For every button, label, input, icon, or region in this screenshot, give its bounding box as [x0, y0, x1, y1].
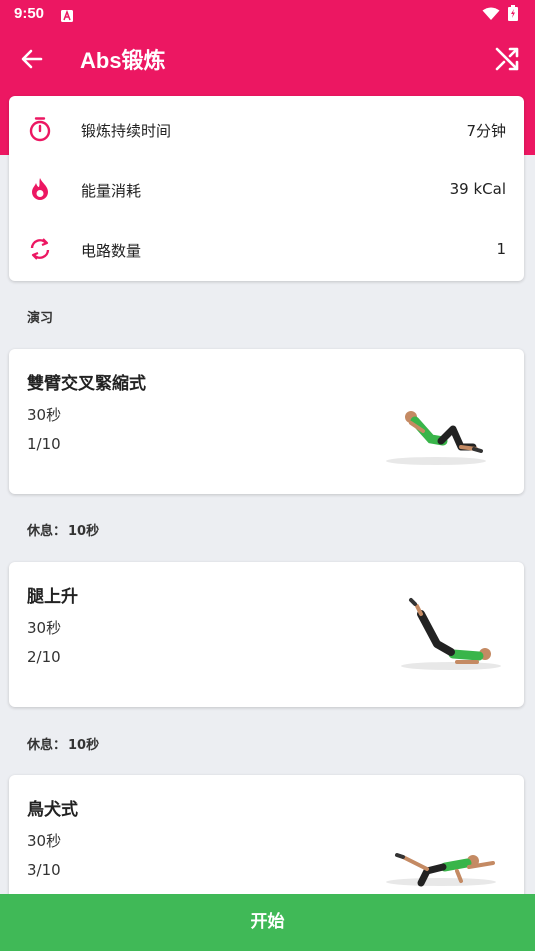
summary-row-duration: 锻炼持续时间 7分钟 [9, 99, 524, 159]
exercise-duration: 30秒 [27, 619, 62, 637]
exercise-name: 腿上升 [27, 587, 78, 607]
battery-icon [508, 5, 518, 25]
shuffle-icon [495, 47, 519, 71]
rest-row: 休息： 10秒 [27, 520, 99, 539]
wifi-icon [482, 6, 500, 25]
summary-row-calories: 能量消耗 39 kCal [9, 159, 524, 219]
summary-value: 39 kCal [449, 180, 506, 198]
exercise-card[interactable]: 腿上升 30秒 2/10 [9, 562, 524, 707]
start-button[interactable]: 开始 [0, 894, 535, 951]
summary-row-circuits: 电路数量 1 [9, 219, 524, 279]
notification-app-icon [61, 7, 73, 26]
flame-icon [27, 176, 53, 202]
exercise-index: 2/10 [27, 648, 61, 666]
arrow-back-icon [21, 49, 43, 69]
repeat-icon [27, 236, 53, 262]
rest-value: 10秒 [68, 738, 100, 753]
exercise-name: 鳥犬式 [27, 800, 78, 820]
summary-value: 7分钟 [466, 122, 506, 140]
rest-label: 休息： [27, 738, 67, 753]
summary-label: 能量消耗 [81, 182, 142, 200]
page-title: Abs锻炼 [80, 48, 166, 73]
status-bar: 9:50 [0, 0, 535, 26]
rest-row: 休息： 10秒 [27, 734, 99, 753]
exercise-illustration [361, 361, 511, 486]
back-button[interactable] [18, 45, 46, 73]
rest-label: 休息： [27, 524, 67, 539]
exercise-index: 1/10 [27, 435, 61, 453]
rest-value: 10秒 [68, 524, 100, 539]
toolbar: Abs锻炼 [0, 26, 535, 90]
exercise-duration: 30秒 [27, 832, 62, 850]
summary-label: 电路数量 [81, 242, 142, 260]
exercise-index: 3/10 [27, 861, 61, 879]
shuffle-button[interactable] [494, 46, 520, 72]
exercises-section-label: 演习 [27, 311, 54, 326]
exercise-name: 雙臂交叉緊縮式 [27, 374, 146, 394]
workout-summary-card: 锻炼持续时间 7分钟 能量消耗 39 kCal 电路数量 1 [9, 96, 524, 281]
exercise-illustration [361, 574, 511, 699]
stopwatch-icon [27, 116, 53, 142]
summary-value: 1 [496, 240, 506, 258]
exercise-duration: 30秒 [27, 406, 62, 424]
summary-label: 锻炼持续时间 [81, 122, 172, 140]
status-time: 9:50 [14, 5, 45, 22]
exercise-card[interactable]: 雙臂交叉緊縮式 30秒 1/10 [9, 349, 524, 494]
